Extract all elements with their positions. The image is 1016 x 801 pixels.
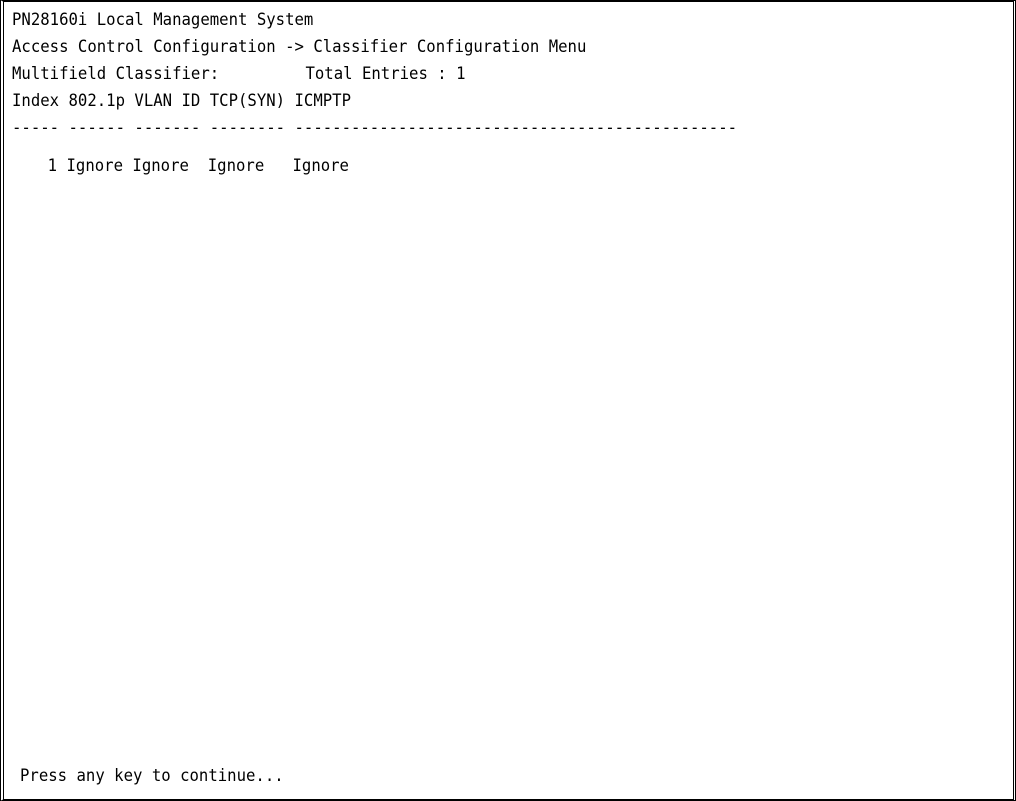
total-entries-label: Total Entries : 1 [305,64,466,84]
table-row: 1 Ignore Ignore Ignore Ignore [12,154,349,178]
classifier-summary: Multifield Classifier: Total Entries : 1 [12,62,466,86]
table-separator: ----- ------ ------- -------- ----------… [12,118,738,138]
menu-breadcrumb: Access Control Configuration -> Classifi… [12,37,587,57]
system-title: PN28160i Local Management System [12,10,314,30]
table-cell-index: 1 [47,156,58,176]
table-row-values: Ignore Ignore Ignore Ignore [57,156,349,176]
continue-prompt[interactable]: Press any key to continue... [20,764,284,788]
terminal-window: PN28160i Local Management System Access … [0,0,1016,801]
multifield-classifier-label: Multifield Classifier: [12,64,220,84]
table-header: Index 802.1p VLAN ID TCP(SYN) ICMPTP [12,91,351,111]
